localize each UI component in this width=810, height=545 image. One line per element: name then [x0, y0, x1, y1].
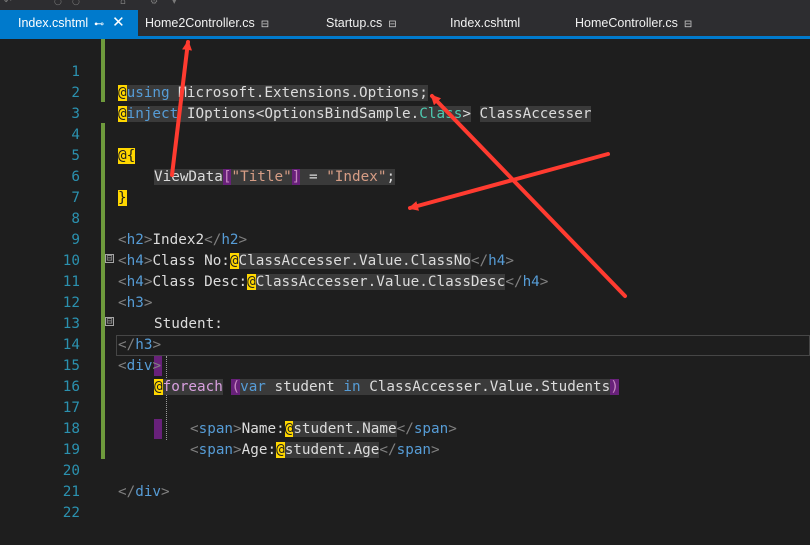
line-number: 22 [62, 505, 80, 521]
annotation-arrow [408, 152, 610, 211]
annotation-arrows [170, 40, 627, 298]
annotation-arrow [170, 40, 193, 177]
